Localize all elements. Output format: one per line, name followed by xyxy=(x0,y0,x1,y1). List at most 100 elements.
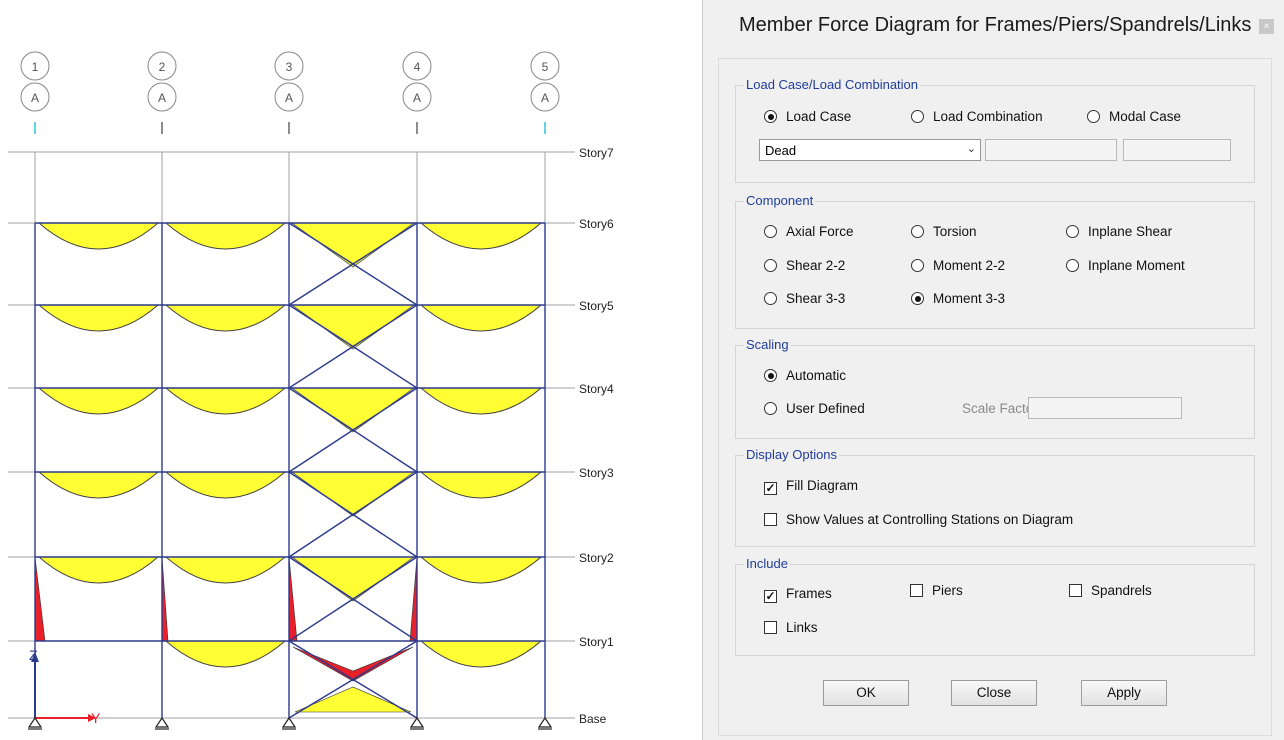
dialog-panel: Load Case/Load Combination Load Case Loa… xyxy=(718,58,1272,736)
close-icon[interactable]: × xyxy=(1259,19,1274,34)
checkbox-empty-icon xyxy=(1069,584,1082,597)
load-case-radio[interactable]: Load Case xyxy=(764,109,851,124)
moment-diagram-fill xyxy=(37,556,160,584)
radio-icon xyxy=(911,110,924,123)
ok-button[interactable]: OK xyxy=(823,680,909,706)
inplane-shear-radio[interactable]: Inplane Shear xyxy=(1066,224,1172,239)
support-icon xyxy=(409,716,425,728)
moment-diagram-fill xyxy=(419,471,543,499)
grid-bubbles: 1 A 2 A 3 A 4 A 5 A xyxy=(20,51,560,134)
display-options-legend: Display Options xyxy=(744,447,840,462)
moment-diagram-fill xyxy=(164,304,287,332)
axis-triad: Y Z xyxy=(29,647,101,726)
brace-line xyxy=(288,513,354,558)
scale-factor-input[interactable] xyxy=(1028,397,1182,419)
support-icon xyxy=(154,716,170,728)
automatic-radio[interactable]: Automatic xyxy=(764,368,846,383)
links-checkbox[interactable]: Links xyxy=(764,620,818,635)
dialog-title: Member Force Diagram for Frames/Piers/Sp… xyxy=(739,14,1252,36)
load-combination-radio[interactable]: Load Combination xyxy=(911,109,1043,124)
chevron-down-icon: ⌄ xyxy=(966,143,976,155)
radio-icon xyxy=(764,402,777,415)
moment-diagram-fill xyxy=(37,387,160,415)
user-defined-radio[interactable]: User Defined xyxy=(764,401,865,416)
checkbox-empty-icon xyxy=(764,621,777,634)
radio-icon xyxy=(1066,225,1079,238)
torsion-radio[interactable]: Torsion xyxy=(911,224,977,239)
radio-icon xyxy=(1066,259,1079,272)
base-supports xyxy=(27,716,553,730)
frames-checkbox[interactable]: ✓ Frames xyxy=(764,586,832,603)
brace-line xyxy=(288,598,354,642)
brace-line xyxy=(288,640,354,681)
brace-line xyxy=(352,429,418,473)
show-values-checkbox[interactable]: Show Values at Controlling Stations on D… xyxy=(764,512,1073,527)
modal-case-radio[interactable]: Modal Case xyxy=(1087,109,1181,124)
component-legend: Component xyxy=(744,193,816,208)
fill-diagram-checkbox[interactable]: ✓ Fill Diagram xyxy=(764,478,858,495)
checkmark-icon: ✓ xyxy=(764,589,777,603)
moment-diagram-fill xyxy=(419,640,543,668)
moment-22-radio[interactable]: Moment 2-2 xyxy=(911,258,1005,273)
apply-button[interactable]: Apply xyxy=(1081,680,1167,706)
moment-diagram-fill xyxy=(37,471,160,499)
axial-force-radio[interactable]: Axial Force xyxy=(764,224,854,239)
moment-diagram-fill xyxy=(419,387,543,415)
scaling-group: Scaling Automatic User Defined Scale Fac… xyxy=(735,337,1255,439)
brace-line xyxy=(352,598,418,642)
moment-diagram-fill xyxy=(290,556,416,602)
support-icon xyxy=(537,716,553,728)
moment-diagram-fill xyxy=(164,222,287,250)
brace-line xyxy=(352,263,418,306)
grid-letter-label: A xyxy=(413,91,421,105)
component-group: Component Axial Force Torsion Inplane Sh… xyxy=(735,193,1255,329)
inplane-moment-radio[interactable]: Inplane Moment xyxy=(1066,258,1185,273)
moment-diagrams xyxy=(34,222,543,713)
brace-line xyxy=(288,263,354,306)
load-case-dropdown[interactable]: Dead ⌄ xyxy=(759,139,981,161)
close-button[interactable]: Close xyxy=(951,680,1037,706)
shear-33-radio[interactable]: Shear 3-3 xyxy=(764,291,845,306)
moment-33-radio[interactable]: Moment 3-3 xyxy=(911,291,1005,306)
brace-line xyxy=(352,345,418,389)
moment-diagram-fill xyxy=(290,222,416,268)
support-icon xyxy=(27,716,43,728)
grid-letter-label: A xyxy=(31,91,39,105)
story-labels: Story7 Story6 Story5 Story4 Story3 Story2 Stor… xyxy=(579,146,614,726)
include-legend: Include xyxy=(744,556,790,571)
moment-diagram-fill xyxy=(164,387,287,415)
moment-diagram-fill xyxy=(290,471,416,517)
spandrels-checkbox[interactable]: Spandrels xyxy=(1069,583,1152,598)
moment-diagram-fill xyxy=(290,304,416,350)
story-label: Story5 xyxy=(579,299,614,313)
moment-diagram-fill xyxy=(164,471,287,499)
column-moment-fill xyxy=(161,556,169,642)
radio-icon xyxy=(764,292,777,305)
grid-number-label: 2 xyxy=(159,60,166,74)
include-group: Include ✓ Frames Piers Spandrels Links xyxy=(735,556,1255,656)
story-label: Story1 xyxy=(579,635,614,649)
radio-selected-icon xyxy=(764,369,777,382)
story-label: Base xyxy=(579,712,607,726)
axis-y-label: Y xyxy=(91,710,101,726)
story-label: Story2 xyxy=(579,551,614,565)
moment-diagram-fill xyxy=(164,640,287,668)
brace-moment-fill xyxy=(292,646,414,682)
secondary-field-2 xyxy=(1123,139,1231,161)
story-label: Story4 xyxy=(579,382,614,396)
story-label: Story3 xyxy=(579,466,614,480)
column-moment-fill xyxy=(288,556,298,642)
brace-moment-fill xyxy=(294,686,412,713)
display-options-group: Display Options ✓ Fill Diagram Show Value… xyxy=(735,447,1255,547)
shear-22-radio[interactable]: Shear 2-2 xyxy=(764,258,845,273)
grid-number-label: 3 xyxy=(286,60,293,74)
radio-selected-icon xyxy=(764,110,777,123)
story-label: Story6 xyxy=(579,217,614,231)
grid-letter-label: A xyxy=(541,91,549,105)
piers-checkbox[interactable]: Piers xyxy=(910,583,963,598)
radio-icon xyxy=(764,259,777,272)
column-moment-fill xyxy=(409,556,418,642)
radio-selected-icon xyxy=(911,292,924,305)
radio-icon xyxy=(911,225,924,238)
structure-view[interactable]: 1A2A3A4A5A Story7Story6Story5Story4Story… xyxy=(0,0,680,740)
